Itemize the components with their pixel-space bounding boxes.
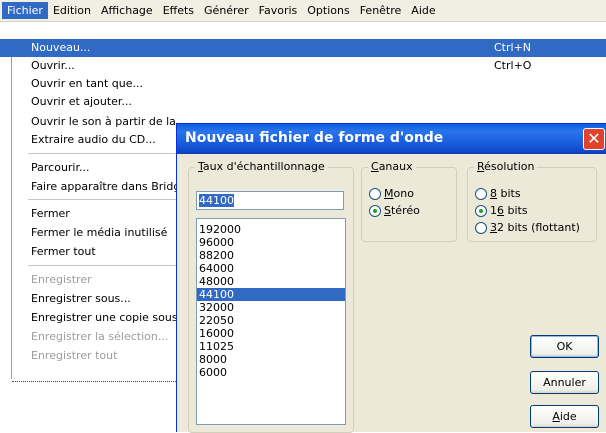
radio-button[interactable] — [369, 187, 381, 200]
list-item[interactable]: 48000 — [197, 275, 345, 288]
channels-group: Canaux Mono Stéréo — [361, 160, 457, 242]
list-item[interactable]: 16000 — [197, 327, 345, 340]
label-text: téréo — [390, 204, 420, 217]
menu-item-label: Enregistrer une copie sous — [31, 311, 178, 324]
label-text: ono — [393, 187, 414, 200]
menu-effets[interactable]: Effets — [158, 2, 199, 19]
stereo-radio[interactable]: Stéréo — [369, 204, 420, 217]
menu-bar: Fichier Edition Affichage Effets Générer… — [0, 0, 606, 22]
button-label: ide — [559, 410, 577, 423]
menu-item-label: Parcourir... — [31, 161, 90, 174]
label-text: bits — [504, 204, 528, 217]
resolution-32bit-label: 32 bits (flottant) — [490, 221, 580, 234]
label-accel-key: S — [384, 204, 391, 217]
mono-radio[interactable]: Mono — [369, 187, 414, 200]
label-text: 2 bits (flottant) — [497, 221, 580, 234]
menu-item-label: Enregistrer tout — [31, 349, 118, 362]
radio-button[interactable] — [475, 221, 487, 234]
caption-text: aux d'échantillonnage — [202, 160, 325, 173]
new-waveform-dialog: Nouveau fichier de forme d'onde ✕ Taux d… — [176, 123, 606, 433]
list-item[interactable]: 192000 — [197, 223, 345, 236]
list-item[interactable]: 64000 — [197, 262, 345, 275]
close-icon[interactable]: ✕ — [583, 128, 605, 150]
menu-item-label: Enregistrer sous... — [31, 292, 131, 305]
menu-item-label: Fermer — [31, 207, 70, 220]
menu-item-label: Ouvrir le son à partir de la — [31, 115, 176, 128]
radio-button[interactable] — [475, 187, 487, 200]
menu-item-ouvrir[interactable]: Ouvrir... Ctrl+O — [0, 57, 606, 75]
resolution-32bit-radio[interactable]: 32 bits (flottant) — [475, 221, 580, 234]
resolution-8bit-radio[interactable]: 8 bits — [475, 187, 521, 200]
radio-button-checked[interactable] — [475, 204, 487, 217]
menu-item-label: Enregistrer — [31, 273, 92, 286]
menu-item-label: Ouvrir et ajouter... — [31, 95, 132, 108]
help-button[interactable]: Aide — [530, 405, 599, 428]
label-accel-key: 8 — [490, 187, 497, 200]
menu-item-label: Enregistrer la sélection... — [31, 330, 169, 343]
resolution-group: Résolution 8 bits 16 bits 32 bits (flott… — [467, 160, 597, 242]
label-text: 1 — [490, 204, 497, 217]
menu-separator — [28, 199, 176, 200]
menu-item-label: Fermer le média inutilisé — [31, 226, 168, 239]
list-item[interactable]: 96000 — [197, 236, 345, 249]
sample-rate-input[interactable]: 44100 — [196, 191, 344, 210]
caption-accel-key: C — [371, 160, 379, 173]
list-item-selected[interactable]: 44100 — [197, 288, 345, 301]
dialog-title: Nouveau fichier de forme d'onde — [185, 130, 444, 146]
menu-item-nouveau[interactable]: Nouveau... Ctrl+N — [0, 39, 606, 57]
list-item[interactable]: 11025 — [197, 340, 345, 353]
menu-item-ouvrir-et-ajouter[interactable]: Ouvrir et ajouter... — [0, 93, 606, 111]
menu-item-label: Ouvrir... — [31, 59, 75, 72]
menu-options[interactable]: Options — [302, 2, 354, 19]
menu-item-label: Faire apparaître dans Bridg — [31, 180, 181, 193]
radio-button-checked[interactable] — [369, 204, 381, 217]
cancel-button[interactable]: Annuler — [530, 371, 599, 394]
sample-rate-caption: Taux d'échantillonnage — [195, 160, 328, 173]
stereo-label: Stéréo — [384, 204, 420, 217]
list-item[interactable]: 8000 — [197, 353, 345, 366]
sample-rate-input-value: 44100 — [199, 194, 234, 207]
menu-item-shortcut: Ctrl+O — [494, 59, 532, 72]
menu-edition[interactable]: Edition — [48, 2, 96, 19]
dialog-title-bar[interactable]: Nouveau fichier de forme d'onde ✕ — [177, 124, 606, 154]
menu-item-ouvrir-en-tant-que[interactable]: Ouvrir en tant que... — [0, 75, 606, 93]
menu-separator — [28, 265, 176, 266]
channels-caption: Canaux — [368, 160, 416, 173]
label-accel-key: M — [384, 187, 394, 200]
resolution-16bit-radio[interactable]: 16 bits — [475, 204, 528, 217]
list-item[interactable]: 88200 — [197, 249, 345, 262]
caption-text: ésolution — [484, 160, 535, 173]
menu-generer[interactable]: Générer — [199, 2, 254, 19]
caption-text: anaux — [378, 160, 413, 173]
menu-favoris[interactable]: Favoris — [254, 2, 303, 19]
resolution-16bit-label: 16 bits — [490, 204, 528, 217]
label-accel-key: 6 — [497, 204, 504, 217]
menu-separator — [28, 153, 176, 154]
resolution-8bit-label: 8 bits — [490, 187, 521, 200]
menu-item-label: Fermer tout — [31, 245, 96, 258]
menu-item-label: Nouveau... — [31, 41, 91, 54]
sample-rate-list[interactable]: 192000 96000 88200 64000 48000 44100 320… — [196, 218, 346, 425]
menu-fichier[interactable]: Fichier — [2, 2, 48, 19]
list-item[interactable]: 22050 — [197, 314, 345, 327]
menu-item-label: Ouvrir en tant que... — [31, 77, 144, 90]
label-text: bits — [497, 187, 521, 200]
list-item[interactable]: 6000 — [197, 366, 345, 379]
resolution-caption: Résolution — [474, 160, 538, 173]
menu-fenetre[interactable]: Fenêtre — [355, 2, 407, 19]
sample-rate-group: Taux d'échantillonnage 44100 192000 9600… — [188, 160, 354, 433]
menu-affichage[interactable]: Affichage — [96, 2, 158, 19]
mono-label: Mono — [384, 187, 414, 200]
button-accel-key: A — [552, 410, 560, 423]
menu-item-label: Extraire audio du CD... — [31, 133, 156, 146]
menu-aide[interactable]: Aide — [406, 2, 440, 19]
label-accel-key: 3 — [490, 221, 497, 234]
list-item[interactable]: 32000 — [197, 301, 345, 314]
ok-button[interactable]: OK — [530, 335, 599, 358]
menu-item-shortcut: Ctrl+N — [494, 41, 532, 54]
menu-bottom-edge — [12, 381, 176, 382]
